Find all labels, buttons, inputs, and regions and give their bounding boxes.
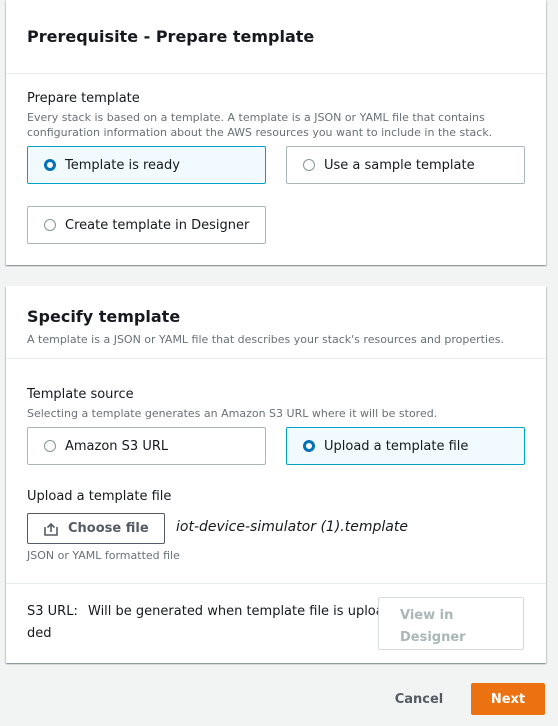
radio-unselected-icon	[44, 440, 56, 452]
option-label: Template is ready	[65, 157, 180, 173]
view-in-designer-button[interactable]: View in Designer	[378, 597, 524, 650]
upload-icon	[44, 522, 58, 536]
option-template-ready[interactable]: Template is ready	[27, 146, 266, 184]
view-in-designer-label-line1: View in	[400, 608, 454, 623]
specify-template-header: Specify template A template is a JSON or…	[6, 286, 546, 359]
cancel-button[interactable]: Cancel	[382, 686, 456, 712]
template-source-description: Selecting a template generates an Amazon…	[27, 407, 438, 420]
option-label: Amazon S3 URL	[65, 438, 169, 454]
s3-url-label: S3 URL:	[27, 604, 78, 619]
view-in-designer-label-line2: Designer	[400, 630, 466, 645]
upload-template-label: Upload a template file	[27, 489, 172, 504]
next-button[interactable]: Next	[471, 683, 545, 715]
choose-file-label: Choose file	[68, 521, 149, 536]
specify-template-title: Specify template	[27, 307, 181, 326]
radio-selected-icon	[303, 440, 315, 452]
option-label: Use a sample template	[324, 157, 475, 173]
file-constraint-text: JSON or YAML formatted file	[27, 549, 180, 562]
specify-template-subtitle: A template is a JSON or YAML file that d…	[27, 333, 505, 346]
template-source-label: Template source	[27, 387, 134, 402]
selected-file-name: iot-device-simulator (1).template	[176, 519, 408, 535]
radio-selected-icon	[44, 159, 56, 171]
prepare-template-label: Prepare template	[27, 91, 140, 106]
option-sample-template[interactable]: Use a sample template	[286, 146, 525, 184]
option-label: Upload a template file	[324, 438, 469, 454]
radio-unselected-icon	[44, 219, 56, 231]
option-label: Create template in Designer	[65, 217, 250, 233]
s3-url-divider	[6, 583, 546, 584]
prerequisite-header: Prerequisite - Prepare template	[6, 0, 546, 74]
prepare-template-description: Every stack is based on a template. A te…	[27, 111, 493, 139]
option-upload-template-file[interactable]: Upload a template file	[286, 427, 525, 465]
radio-unselected-icon	[303, 159, 315, 171]
s3-url-value-line1: Will be generated when template file is …	[88, 604, 384, 619]
option-amazon-s3-url[interactable]: Amazon S3 URL	[27, 427, 266, 465]
option-create-in-designer[interactable]: Create template in Designer	[27, 206, 266, 244]
prerequisite-title: Prerequisite - Prepare template	[27, 27, 315, 46]
s3-url-value-line2: ded	[27, 626, 52, 641]
choose-file-button[interactable]: Choose file	[27, 513, 165, 544]
